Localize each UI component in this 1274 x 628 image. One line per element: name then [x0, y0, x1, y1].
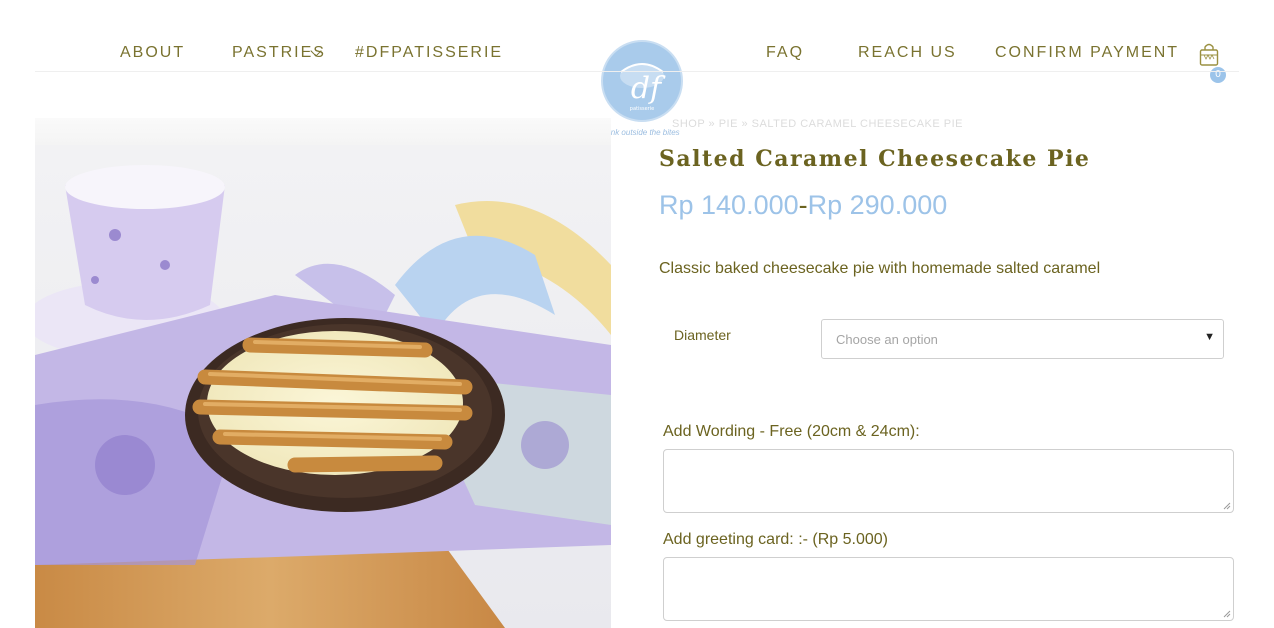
- logo-text: df: [631, 71, 666, 106]
- nav-reach-us[interactable]: REACH US: [858, 44, 957, 62]
- cart-count-badge: 0: [1210, 67, 1226, 83]
- price-max: Rp 290.000: [807, 190, 948, 220]
- cart-button[interactable]: [1199, 42, 1219, 68]
- resize-grip-icon[interactable]: [1223, 610, 1231, 618]
- product-photo-illustration: [35, 145, 611, 628]
- diameter-select-value: Choose an option: [836, 332, 938, 347]
- product-image[interactable]: [35, 145, 611, 628]
- price-separator: -: [798, 190, 808, 220]
- caret-down-icon: ▼: [1204, 331, 1215, 343]
- resize-grip-icon[interactable]: [1223, 502, 1231, 510]
- logo-tagline: think outside the bites: [602, 128, 680, 137]
- greeting-card-textarea[interactable]: [663, 557, 1234, 621]
- product-price: Rp 140.000-Rp 290.000: [659, 190, 947, 221]
- site-logo[interactable]: df patisserie: [601, 40, 683, 122]
- nav-confirm-payment[interactable]: CONFIRM PAYMENT: [995, 44, 1179, 62]
- wording-textarea[interactable]: [663, 449, 1234, 513]
- product-description: Classic baked cheesecake pie with homema…: [659, 260, 1101, 277]
- breadcrumb[interactable]: SHOP » PIE » SALTED CARAMEL CHEESECAKE P…: [672, 118, 963, 130]
- price-min: Rp 140.000: [659, 190, 799, 220]
- product-title: Salted Caramel Cheesecake Pie: [659, 146, 1091, 172]
- image-top-strip: [35, 118, 611, 145]
- wording-label: Add Wording - Free (20cm & 24cm):: [663, 423, 920, 440]
- logo-small-text: patisserie: [630, 106, 654, 112]
- shopping-bag-icon: [1199, 43, 1219, 66]
- diameter-label: Diameter: [674, 327, 731, 343]
- logo-pie-icon: df patisserie: [620, 63, 666, 112]
- greeting-card-label: Add greeting card: :- (Rp 5.000): [663, 531, 889, 548]
- nav-faq[interactable]: FAQ: [766, 44, 804, 62]
- nav-dfpatisserie[interactable]: #DFPATISSERIE: [355, 44, 503, 62]
- nav-about[interactable]: ABOUT: [120, 44, 185, 62]
- header-divider: [35, 71, 1239, 72]
- diameter-select[interactable]: Choose an option ▼: [821, 319, 1224, 359]
